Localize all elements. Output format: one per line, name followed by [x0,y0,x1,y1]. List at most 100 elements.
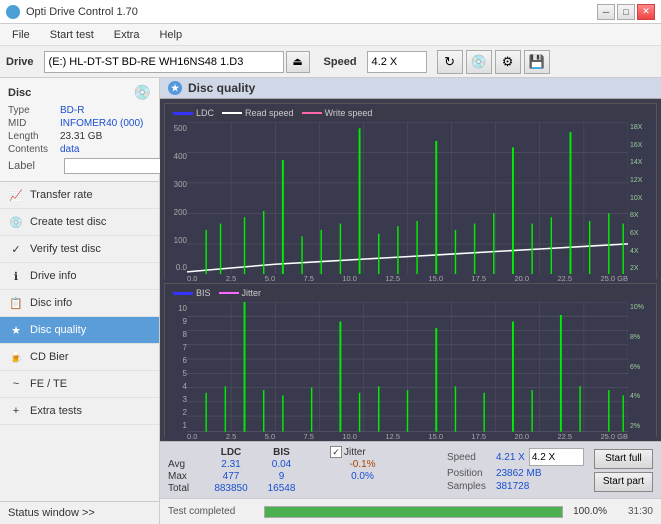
contents-label: Contents [8,144,60,155]
start-full-button[interactable]: Start full [594,449,653,469]
total-bis: 16548 [259,483,304,494]
create-test-disc-icon: 💿 [8,214,24,230]
write-speed-legend: Write speed [325,108,373,118]
status-window-button[interactable]: Status window >> [0,502,159,524]
title-bar: Opti Drive Control 1.70 ─ □ ✕ [0,0,661,24]
close-button[interactable]: ✕ [637,4,655,20]
total-label: Total [168,483,203,494]
verify-test-disc-icon: ✓ [8,241,24,257]
jitter-label: Jitter [344,447,366,458]
drive-toolbar: Drive (E:) HL-DT-ST BD-RE WH16NS48 1.D3 … [0,46,661,78]
samples-label: Samples [447,481,492,492]
fe-te-icon: ~ [8,376,24,392]
progress-bar-container [264,506,563,518]
nav-drive-info[interactable]: ℹ Drive info [0,263,159,290]
speed-row-label: Speed [447,452,492,463]
ldc-chart: LDC Read speed Write speed 500 400 300 2… [164,103,657,279]
chart1-legend: LDC Read speed Write speed [169,106,652,120]
menu-file[interactable]: File [6,27,36,43]
speed-position-area: Speed 4.21 X 4.2 X Position 23862 MB Sam… [447,448,584,492]
disc-section-title: Disc [8,87,31,99]
nav-disc-quality-label: Disc quality [30,324,86,336]
max-bis: 9 [259,471,304,482]
menu-help[interactable]: Help [153,27,188,43]
nav-cd-bier[interactable]: 🍺 CD Bier [0,344,159,371]
disc-quality-header-icon: ★ [168,81,182,95]
position-label: Position [447,468,492,479]
chart2-svg [187,302,628,432]
start-buttons: Start full Start part [594,449,653,492]
refresh-icon[interactable]: ↻ [437,50,463,74]
progress-area: Test completed 100.0% 31:30 [160,498,661,524]
status-window-label: Status window >> [8,507,95,519]
nav-transfer-rate-label: Transfer rate [30,189,93,201]
settings-icon[interactable]: ⚙ [495,50,521,74]
nav-disc-info-label: Disc info [30,297,72,309]
avg-label: Avg [168,459,203,470]
app-title: Opti Drive Control 1.70 [26,6,138,18]
ldc-legend: LDC [196,108,214,118]
nav-fe-te[interactable]: ~ FE / TE [0,371,159,398]
window-controls: ─ □ ✕ [597,4,655,20]
progress-time: 31:30 [613,506,653,517]
label-label: Label [8,160,60,172]
ldc-col-header: LDC [206,447,256,458]
type-label: Type [8,105,60,116]
menu-start-test[interactable]: Start test [44,27,100,43]
bis-col-header: BIS [259,447,304,458]
start-part-button[interactable]: Start part [594,472,653,492]
progress-bar-fill [265,507,562,517]
nav-verify-test-disc[interactable]: ✓ Verify test disc [0,236,159,263]
transfer-rate-icon: 📈 [8,187,24,203]
jitter-checkbox-row[interactable]: ✓ Jitter [330,446,395,458]
jitter-checkbox[interactable]: ✓ [330,446,342,458]
nav-create-test-disc-label: Create test disc [30,216,106,228]
speed-row-select[interactable]: 4.2 X [529,448,584,466]
nav-items: 📈 Transfer rate 💿 Create test disc ✓ Ver… [0,182,159,501]
nav-create-test-disc[interactable]: 💿 Create test disc [0,209,159,236]
nav-extra-tests[interactable]: + Extra tests [0,398,159,425]
drive-selector[interactable]: (E:) HL-DT-ST BD-RE WH16NS48 1.D3 ⏏ [44,51,310,73]
mid-label: MID [8,118,60,129]
status-bar-sidebar: Status window >> [0,501,159,524]
disc-info-panel: Disc 💿 Type BD-R MID INFOMER40 (000) Len… [0,78,159,182]
avg-bis: 0.04 [259,459,304,470]
stats-table: LDC BIS ✓ Jitter Avg 2.31 0.04 -0.1% Max [168,446,437,494]
read-speed-legend: Read speed [245,108,294,118]
length-label: Length [8,131,60,142]
nav-verify-test-disc-label: Verify test disc [30,243,101,255]
cd-bier-icon: 🍺 [8,349,24,365]
stats-area: LDC BIS ✓ Jitter Avg 2.31 0.04 -0.1% Max [160,441,661,498]
drive-select-box[interactable]: (E:) HL-DT-ST BD-RE WH16NS48 1.D3 [44,51,284,73]
disc-info-icon: 📋 [8,295,24,311]
contents-value: data [60,144,79,155]
avg-jitter: -0.1% [330,459,395,470]
maximize-button[interactable]: □ [617,4,635,20]
nav-cd-bier-label: CD Bier [30,351,69,363]
speed-select[interactable]: 4.2 X [367,51,427,73]
menu-extra[interactable]: Extra [108,27,146,43]
speed-row-value: 4.21 X [496,452,525,463]
drive-eject-button[interactable]: ⏏ [286,51,310,73]
progress-label: Test completed [168,506,258,517]
toolbar-icons: ↻ 💿 ⚙ 💾 [437,50,550,74]
nav-disc-info[interactable]: 📋 Disc info [0,290,159,317]
nav-fe-te-label: FE / TE [30,378,67,390]
total-ldc: 883850 [206,483,256,494]
extra-tests-icon: + [8,403,24,419]
sidebar: Disc 💿 Type BD-R MID INFOMER40 (000) Len… [0,78,160,524]
save-icon[interactable]: 💾 [524,50,550,74]
nav-transfer-rate[interactable]: 📈 Transfer rate [0,182,159,209]
nav-drive-info-label: Drive info [30,270,76,282]
max-jitter: 0.0% [330,471,395,482]
nav-disc-quality[interactable]: ★ Disc quality [0,317,159,344]
drive-info-icon: ℹ [8,268,24,284]
speed-select-value: 4.2 X [532,452,555,463]
minimize-button[interactable]: ─ [597,4,615,20]
speed-value: 4.2 X [372,56,398,68]
progress-percent: 100.0% [569,506,607,517]
disc-icon[interactable]: 💿 [466,50,492,74]
menu-bar: File Start test Extra Help [0,24,661,46]
charts-container: LDC Read speed Write speed 500 400 300 2… [160,99,661,441]
chart1-svg [187,122,628,274]
